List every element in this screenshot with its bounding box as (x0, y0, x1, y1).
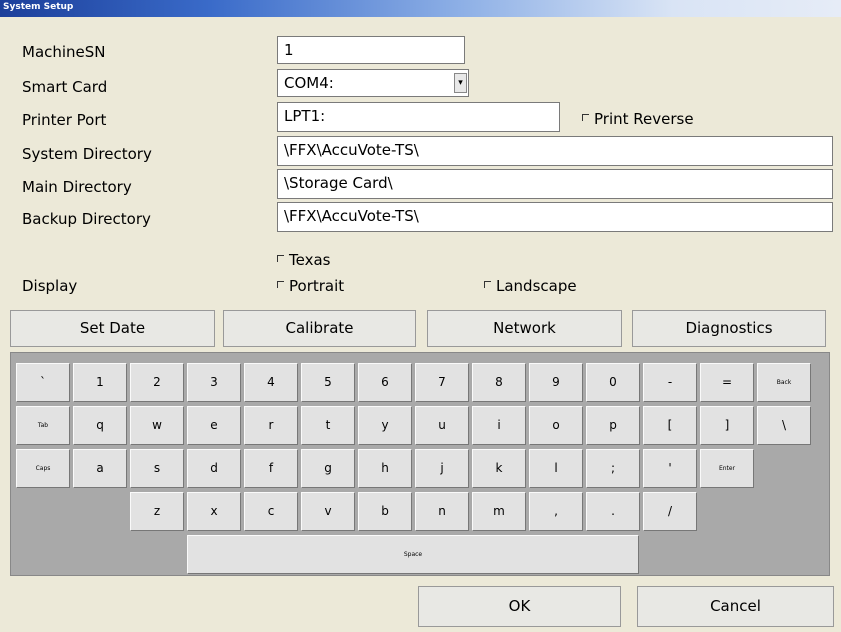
key-symbol[interactable]: = (700, 363, 754, 402)
print-reverse-checkbox[interactable]: Print Reverse (582, 110, 694, 128)
key-symbol[interactable]: - (643, 363, 697, 402)
checkbox-icon (582, 114, 589, 121)
key-symbol[interactable]: ; (586, 449, 640, 488)
checkbox-icon (277, 281, 284, 288)
texas-checkbox[interactable]: Texas (277, 251, 330, 269)
key-tab[interactable]: Tab (16, 406, 70, 445)
main-directory-input[interactable]: \Storage Card\ (277, 169, 833, 199)
key-y[interactable]: y (358, 406, 412, 445)
landscape-label: Landscape (496, 277, 577, 295)
key-l[interactable]: l (529, 449, 583, 488)
key-u[interactable]: u (415, 406, 469, 445)
machine-sn-label: MachineSN (22, 43, 106, 61)
ok-button[interactable]: OK (418, 586, 621, 627)
system-directory-label: System Directory (22, 145, 152, 163)
diagnostics-button[interactable]: Diagnostics (632, 310, 826, 347)
key-0[interactable]: 0 (586, 363, 640, 402)
key-r[interactable]: r (244, 406, 298, 445)
key-9[interactable]: 9 (529, 363, 583, 402)
key-o[interactable]: o (529, 406, 583, 445)
cancel-button[interactable]: Cancel (637, 586, 834, 627)
checkbox-icon (277, 255, 284, 262)
key-back[interactable]: Back (757, 363, 811, 402)
key-j[interactable]: j (415, 449, 469, 488)
on-screen-keyboard: ` 1 2 3 4 5 6 7 8 9 0- = Back Tab q w e r t y u i o p[] \ Caps a s d… (10, 352, 830, 576)
key-n[interactable]: n (415, 492, 469, 531)
key-symbol[interactable]: , (529, 492, 583, 531)
printer-port-label: Printer Port (22, 111, 107, 129)
key-q[interactable]: q (73, 406, 127, 445)
key-6[interactable]: 6 (358, 363, 412, 402)
key-symbol[interactable]: / (643, 492, 697, 531)
key-symbol[interactable]: \ (757, 406, 811, 445)
key-8[interactable]: 8 (472, 363, 526, 402)
key-z[interactable]: z (130, 492, 184, 531)
key-c[interactable]: c (244, 492, 298, 531)
key-i[interactable]: i (472, 406, 526, 445)
backup-directory-input[interactable]: \FFX\AccuVote-TS\ (277, 202, 833, 232)
key-t[interactable]: t (301, 406, 355, 445)
machine-sn-input[interactable]: 1 (277, 36, 465, 64)
printer-port-input[interactable]: LPT1: (277, 102, 560, 132)
key-h[interactable]: h (358, 449, 412, 488)
key-s[interactable]: s (130, 449, 184, 488)
key-symbol[interactable]: ` (16, 363, 70, 402)
calibrate-button[interactable]: Calibrate (223, 310, 416, 347)
key-b[interactable]: b (358, 492, 412, 531)
key-symbol[interactable]: . (586, 492, 640, 531)
key-caps[interactable]: Caps (16, 449, 70, 488)
key-v[interactable]: v (301, 492, 355, 531)
key-symbol[interactable]: ' (643, 449, 697, 488)
key-1[interactable]: 1 (73, 363, 127, 402)
set-date-button[interactable]: Set Date (10, 310, 215, 347)
portrait-label: Portrait (289, 277, 345, 295)
key-2[interactable]: 2 (130, 363, 184, 402)
network-button[interactable]: Network (427, 310, 622, 347)
key-x[interactable]: x (187, 492, 241, 531)
key-7[interactable]: 7 (415, 363, 469, 402)
key-5[interactable]: 5 (301, 363, 355, 402)
key-f[interactable]: f (244, 449, 298, 488)
smart-card-select[interactable]: COM4: (277, 69, 469, 97)
window-title: System Setup (3, 2, 74, 12)
key-k[interactable]: k (472, 449, 526, 488)
key-g[interactable]: g (301, 449, 355, 488)
texas-label: Texas (289, 251, 331, 269)
title-bar: System Setup (0, 0, 841, 17)
key-symbol[interactable]: ] (700, 406, 754, 445)
key-3[interactable]: 3 (187, 363, 241, 402)
key-space[interactable]: Space (187, 535, 639, 574)
key-m[interactable]: m (472, 492, 526, 531)
smart-card-label: Smart Card (22, 78, 108, 96)
key-w[interactable]: w (130, 406, 184, 445)
display-label: Display (22, 277, 78, 295)
key-4[interactable]: 4 (244, 363, 298, 402)
chevron-down-icon[interactable]: ▾ (454, 73, 467, 93)
system-directory-input[interactable]: \FFX\AccuVote-TS\ (277, 136, 833, 166)
key-d[interactable]: d (187, 449, 241, 488)
key-p[interactable]: p (586, 406, 640, 445)
checkbox-icon (484, 281, 491, 288)
print-reverse-label: Print Reverse (594, 110, 694, 128)
key-enter[interactable]: Enter (700, 449, 754, 488)
key-symbol[interactable]: [ (643, 406, 697, 445)
landscape-checkbox[interactable]: Landscape (484, 277, 577, 295)
smart-card-value: COM4: (284, 74, 334, 92)
backup-directory-label: Backup Directory (22, 210, 151, 228)
portrait-checkbox[interactable]: Portrait (277, 277, 344, 295)
main-directory-label: Main Directory (22, 178, 132, 196)
key-e[interactable]: e (187, 406, 241, 445)
key-a[interactable]: a (73, 449, 127, 488)
